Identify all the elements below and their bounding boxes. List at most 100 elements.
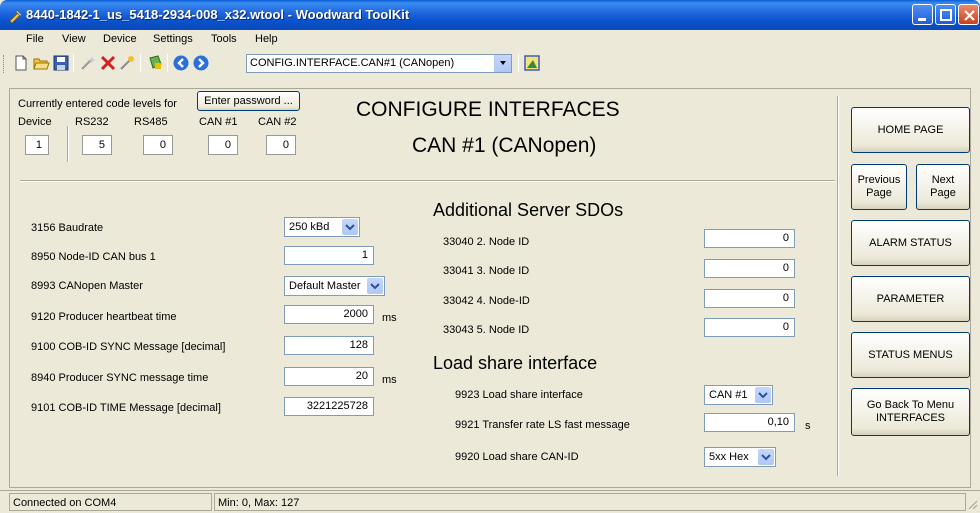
parameter-button[interactable]: PARAMETER	[851, 276, 970, 322]
menu-bar: File View Device Settings Tools Help	[0, 30, 980, 50]
wand-icon[interactable]	[79, 54, 97, 72]
menu-view[interactable]: View	[62, 33, 86, 45]
page-selector-value: CONFIG.INTERFACE.CAN#1 (CANopen)	[250, 57, 455, 69]
page-subtitle: CAN #1 (CANopen)	[412, 134, 597, 157]
sdo-node-5-field[interactable]: 0	[704, 318, 795, 337]
minimize-button[interactable]	[912, 4, 933, 25]
transfer-rate-field[interactable]: 0,10	[704, 413, 795, 432]
code-level-can1: 0	[208, 135, 238, 155]
alarm-status-button[interactable]: ALARM STATUS	[851, 220, 970, 266]
page-view-icon[interactable]	[523, 54, 541, 72]
sync-message-time-field[interactable]: 20	[284, 367, 374, 386]
status-menus-button[interactable]: STATUS MENUS	[851, 332, 970, 378]
sync-time-unit: ms	[382, 374, 397, 386]
node-id-field[interactable]: 1	[284, 246, 374, 265]
baudrate-dropdown[interactable]	[342, 219, 358, 235]
toolbar-separator	[167, 54, 168, 72]
sdo-label: 33040 2. Node ID	[443, 236, 530, 248]
toolbar-separator	[73, 54, 74, 72]
device-icon[interactable]	[146, 54, 164, 72]
sdo-label: 33042 4. Node-ID	[443, 295, 530, 307]
canopen-master-value: Default Master	[289, 280, 361, 292]
canopen-master-select[interactable]: Default Master	[284, 276, 385, 296]
param-label: 8940 Producer SYNC message time	[31, 372, 209, 384]
menu-file[interactable]: File	[26, 33, 44, 45]
param-label: 9101 COB-ID TIME Message [decimal]	[31, 402, 221, 414]
open-folder-icon[interactable]	[32, 54, 50, 72]
code-level-can2: 0	[266, 135, 296, 155]
disconnect-icon[interactable]	[99, 54, 117, 72]
menu-device[interactable]: Device	[103, 33, 137, 45]
go-back-interfaces-button[interactable]: Go Back To Menu INTERFACES	[851, 388, 970, 436]
code-level-rs485: 0	[143, 135, 173, 155]
page-selector[interactable]: CONFIG.INTERFACE.CAN#1 (CANopen)	[246, 54, 512, 73]
loadshare-label: 9921 Transfer rate LS fast message	[455, 419, 630, 431]
new-file-icon[interactable]	[12, 54, 30, 72]
header-divider	[20, 180, 835, 182]
heartbeat-time-field[interactable]: 2000	[284, 305, 374, 324]
loadshare-interface-select[interactable]: CAN #1	[704, 385, 773, 405]
nav-divider	[837, 96, 839, 476]
menu-settings[interactable]: Settings	[153, 33, 193, 45]
save-icon[interactable]	[52, 54, 70, 72]
toolbar: CONFIG.INTERFACE.CAN#1 (CANopen)	[0, 50, 980, 88]
loadshare-interface-value: CAN #1	[709, 389, 748, 401]
sdo-section-title: Additional Server SDOs	[433, 200, 624, 220]
chevron-down-icon	[370, 283, 380, 290]
loadshare-interface-dropdown[interactable]	[755, 387, 771, 403]
enter-password-button[interactable]: Enter password ...	[197, 91, 300, 111]
code-level-label-rs232: RS232	[75, 116, 109, 128]
page-title: CONFIGURE INTERFACES	[356, 98, 620, 121]
code-level-divider	[67, 126, 69, 162]
cob-id-time-field[interactable]: 3221225728	[284, 397, 374, 416]
param-label: 3156 Baudrate	[31, 222, 104, 234]
next-page-button[interactable]: Next Page	[916, 164, 970, 210]
code-level-label-rs485: RS485	[134, 116, 168, 128]
resize-grip-icon[interactable]	[966, 498, 978, 510]
close-button[interactable]	[958, 4, 979, 25]
sdo-node-2-field[interactable]: 0	[704, 229, 795, 248]
loadshare-canid-dropdown[interactable]	[758, 449, 774, 465]
forward-arrow-icon[interactable]	[192, 54, 210, 72]
sdo-label: 33041 3. Node ID	[443, 265, 530, 277]
chevron-down-icon	[758, 392, 768, 399]
status-bar: Connected on COM4 Min: 0, Max: 127	[0, 490, 980, 513]
code-level-label-can1: CAN #1	[199, 116, 238, 128]
home-page-button[interactable]: HOME PAGE	[851, 107, 970, 153]
loadshare-label: 9920 Load share CAN-ID	[455, 451, 579, 463]
param-label: 9100 COB-ID SYNC Message [decimal]	[31, 341, 226, 353]
loadshare-section-title: Load share interface	[433, 353, 598, 373]
toolbar-separator	[518, 54, 519, 72]
menu-help[interactable]: Help	[255, 33, 278, 45]
connect-wand-icon[interactable]	[118, 54, 136, 72]
toolbar-separator	[140, 54, 141, 72]
cob-id-sync-field[interactable]: 128	[284, 336, 374, 355]
code-level-label-can2: CAN #2	[258, 116, 297, 128]
menu-tools[interactable]: Tools	[211, 33, 237, 45]
sdo-node-4-field[interactable]: 0	[704, 289, 795, 308]
chevron-down-icon	[761, 454, 771, 461]
toolbar-grip[interactable]	[3, 55, 6, 73]
loadshare-canid-select[interactable]: 5xx Hex	[704, 447, 776, 467]
canopen-master-dropdown[interactable]	[367, 278, 383, 294]
param-label: 9120 Producer heartbeat time	[31, 311, 177, 323]
code-level-device: 1	[25, 135, 49, 155]
page-selector-dropdown[interactable]	[494, 55, 511, 72]
baudrate-select[interactable]: 250 kBd	[284, 217, 360, 237]
heartbeat-unit: ms	[382, 312, 397, 324]
title-bar[interactable]: 8440-1842-1_us_5418-2934-008_x32.wtool -…	[0, 0, 980, 30]
param-label: 8993 CANopen Master	[31, 280, 143, 292]
loadshare-canid-value: 5xx Hex	[709, 451, 749, 463]
back-arrow-icon[interactable]	[172, 54, 190, 72]
sdo-label: 33043 5. Node ID	[443, 324, 530, 336]
chevron-down-icon	[500, 61, 506, 65]
window-title: 8440-1842-1_us_5418-2934-008_x32.wtool -…	[26, 7, 410, 22]
sdo-node-3-field[interactable]: 0	[704, 259, 795, 278]
minimize-icon	[918, 18, 926, 21]
previous-page-button[interactable]: Previous Page	[851, 164, 907, 210]
transfer-rate-unit: s	[805, 420, 811, 432]
maximize-button[interactable]	[935, 4, 956, 25]
chevron-down-icon	[345, 224, 355, 231]
value-range-status: Min: 0, Max: 127	[214, 493, 966, 511]
param-label: 8950 Node-ID CAN bus 1	[31, 251, 156, 263]
